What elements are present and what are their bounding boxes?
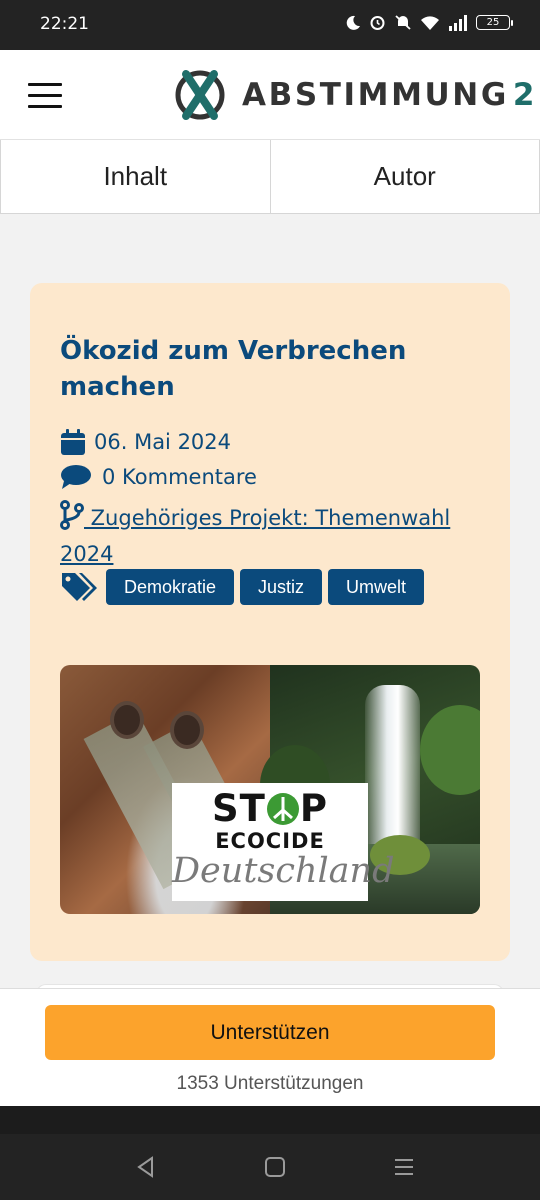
article-image[interactable]: ST P ECOCIDE Deutschland <box>60 665 480 914</box>
branch-icon <box>60 500 84 530</box>
tab-autor[interactable]: Autor <box>271 140 540 213</box>
home-icon[interactable] <box>262 1154 288 1180</box>
article-project: Zugehöriges Projekt: Themenwahl 2024 <box>60 500 480 572</box>
support-bar: Unterstützen 1353 Unterstützungen <box>0 988 540 1106</box>
support-button[interactable]: Unterstützen <box>45 1005 495 1060</box>
status-bar: 22:21 25 <box>0 0 540 50</box>
date-text: 06. Mai 2024 <box>94 430 232 454</box>
stop-ecocide-logo: ST P ECOCIDE Deutschland <box>172 783 395 901</box>
article-card: Ökozid zum Verbrechen machen 06. Mai 202… <box>30 283 510 961</box>
status-icons: 25 <box>345 14 513 31</box>
support-count: 1353 Unterstützungen <box>176 1073 364 1094</box>
hamburger-icon[interactable] <box>28 83 62 111</box>
site-logo[interactable]: ABSTIMMUNG21 <box>174 68 540 122</box>
article-title[interactable]: Ökozid zum Verbrechen machen <box>60 333 480 405</box>
site-header: ABSTIMMUNG21 <box>0 50 540 140</box>
back-icon[interactable] <box>133 1154 159 1180</box>
mute-icon <box>395 15 411 30</box>
signal-icon <box>449 14 467 31</box>
moon-icon <box>346 15 360 30</box>
project-link[interactable]: Zugehöriges Projekt: Themenwahl 2024 <box>60 506 450 566</box>
tag-justiz[interactable]: Justiz <box>240 569 323 605</box>
tag-demokratie[interactable]: Demokratie <box>106 569 235 605</box>
logo-text: ABSTIMMUNG21 <box>242 77 540 113</box>
tag-umwelt[interactable]: Umwelt <box>328 569 425 605</box>
status-time: 22:21 <box>40 14 89 34</box>
calendar-icon <box>61 429 85 455</box>
system-nav-bar <box>0 1134 540 1200</box>
peace-icon <box>266 793 299 825</box>
logo-x-icon <box>175 70 225 120</box>
tag-list: Demokratie Justiz Umwelt <box>60 569 425 605</box>
comment-icon <box>61 465 91 489</box>
wifi-icon <box>421 15 439 30</box>
tab-inhalt[interactable]: Inhalt <box>0 140 271 213</box>
content-tabs: Inhalt Autor <box>0 140 540 214</box>
battery-icon: 25 <box>476 15 513 30</box>
bottom-spacer <box>0 1106 540 1136</box>
alarm-icon <box>370 16 385 30</box>
article-comments[interactable]: 0 Kommentare <box>60 464 257 490</box>
recents-icon[interactable] <box>391 1154 417 1180</box>
article-date: 06. Mai 2024 <box>60 428 231 456</box>
comments-text: 0 Kommentare <box>102 465 257 489</box>
tags-icon <box>62 573 97 601</box>
